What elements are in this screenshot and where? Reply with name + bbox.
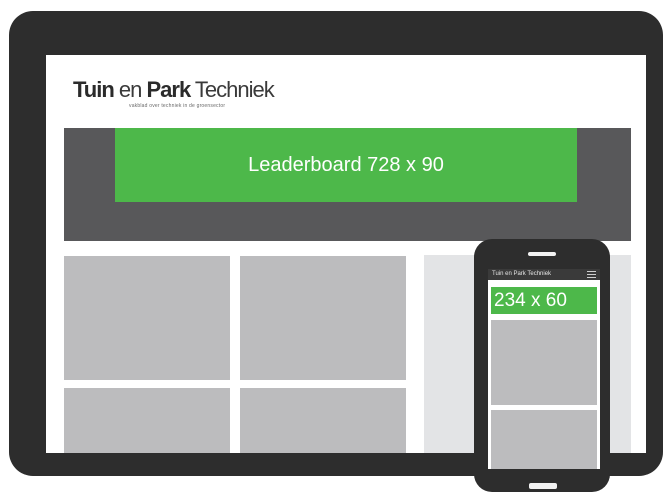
phone-screen: Tuin en Park Techniek 234 x 60 xyxy=(488,269,600,469)
phone-frame: Tuin en Park Techniek 234 x 60 xyxy=(474,239,610,492)
hamburger-menu-icon[interactable] xyxy=(587,271,596,278)
phone-logo: Tuin en Park Techniek xyxy=(492,271,552,277)
phone-content-tile-2 xyxy=(491,410,597,469)
mobile-ad-slot: 234 x 60 xyxy=(491,287,597,314)
leaderboard-ad-slot: Leaderboard 728 x 90 xyxy=(115,128,577,202)
site-logo: Tuin en Park Techniek vakblad over techn… xyxy=(73,77,275,117)
phone-speaker xyxy=(528,252,556,256)
site-logo-wordmark: Tuin en Park Techniek xyxy=(73,77,275,103)
logo-word-park: Park xyxy=(146,77,192,102)
logo-word-en: en xyxy=(113,77,147,102)
logo-word-techniek: Techniek xyxy=(190,77,275,102)
content-tile-3 xyxy=(64,388,230,453)
phone-home-button xyxy=(529,483,557,489)
header-band: Leaderboard 728 x 90 xyxy=(64,128,631,241)
phone-content-tile-1 xyxy=(491,320,597,405)
logo-tagline: vakblad over techniek in de groensector xyxy=(129,103,226,109)
phone-header-bar: Tuin en Park Techniek xyxy=(488,269,600,280)
logo-word-tuin: Tuin xyxy=(73,77,115,102)
content-tile-2 xyxy=(240,256,406,380)
content-tile-4 xyxy=(240,388,406,453)
content-tile-1 xyxy=(64,256,230,380)
